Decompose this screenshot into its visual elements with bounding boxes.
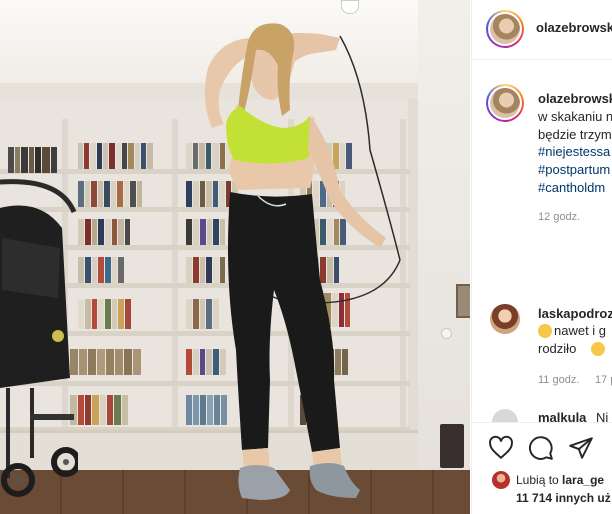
caption-avatar[interactable] [486,84,524,122]
share-icon[interactable] [568,435,594,461]
laughing-emoji-icon [591,342,605,356]
liked-by-text: Lubią to lara_ge [516,473,605,487]
post-sidebar: olazebrowsk olazebrowski w skakaniu n bę… [471,0,612,514]
hashtag-link[interactable]: #niejestessa [538,144,610,159]
book-row [70,349,170,375]
author-avatar[interactable] [486,10,524,48]
wall-outlet [441,328,452,339]
picture-frame [456,284,470,318]
caption-line-1: w skakaniu n [538,109,612,124]
laughing-emoji-icon [538,324,552,338]
post-timestamp[interactable]: 12 godz. [538,211,580,223]
post-photo[interactable] [0,0,470,514]
heart-icon[interactable] [488,435,514,461]
bin [440,424,464,468]
liked-by-username[interactable]: lara_ge [562,473,604,487]
likes-count[interactable]: 11 714 innych uż [516,491,611,505]
book-row [78,299,170,329]
comment-icon[interactable] [528,435,554,461]
caption-line-2: będzie trzym [538,127,612,142]
comment-text-line-1: nawet i g [554,323,607,338]
hashtag-link[interactable]: #postpartum [538,162,610,177]
commenter-avatar[interactable] [490,304,520,334]
comment-text-line-2: rodziło [538,341,577,356]
stroller [0,179,78,497]
caption-username[interactable]: olazebrowski [538,91,612,106]
author-username[interactable]: olazebrowsk [536,20,612,35]
book-row [78,143,170,169]
comment-likes-count[interactable]: 17 p [595,374,612,386]
book-row [78,219,170,245]
comment-username[interactable]: laskapodroz [538,306,612,321]
liker-avatar[interactable] [492,471,510,489]
hashtag-link[interactable]: #cantholdm [538,180,605,195]
ceiling-lamp [341,0,359,14]
post-header: olazebrowsk [472,0,612,60]
book-row [70,395,170,425]
book-row [78,181,170,207]
woman-jumping-rope [204,23,401,500]
comment-timestamp[interactable]: 11 godz. [538,374,579,386]
book-row [8,147,60,173]
book-row [78,257,170,283]
